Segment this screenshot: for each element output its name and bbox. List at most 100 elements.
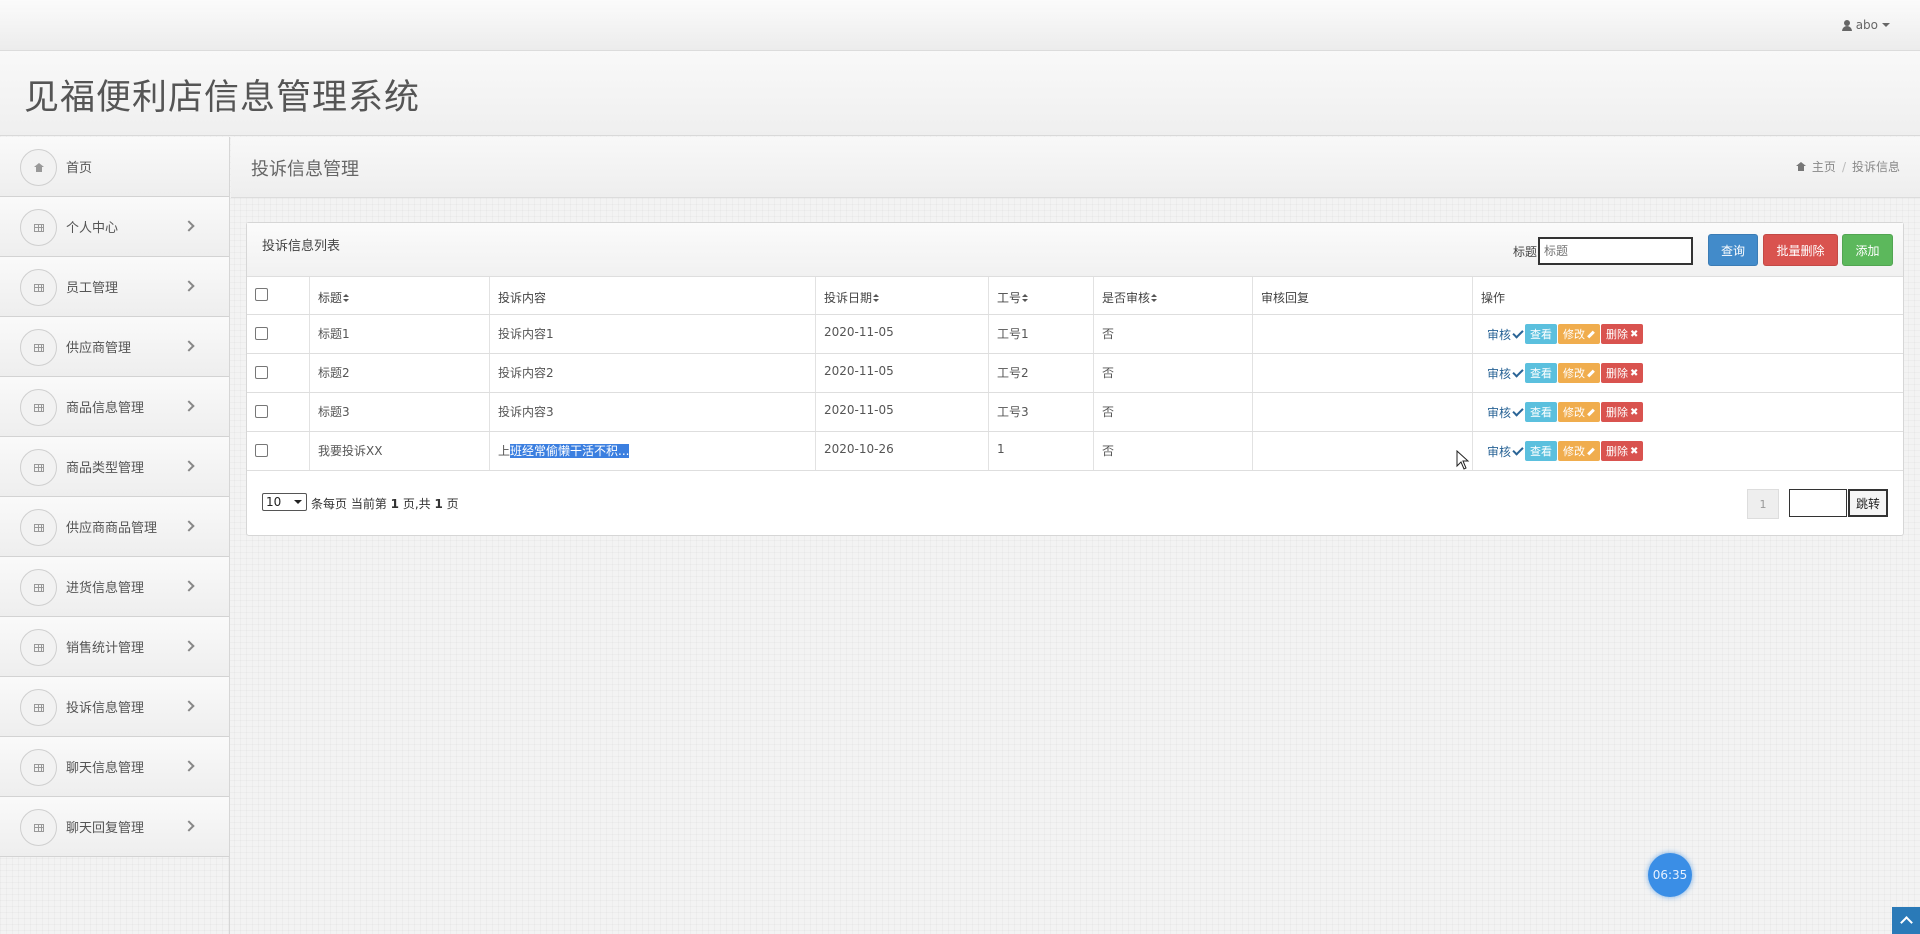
sidebar-item-sales-stats[interactable]: 销售统计管理 [0,617,229,677]
user-icon [1841,19,1852,31]
jump-page-input[interactable] [1789,489,1847,517]
sidebar-item-complaints[interactable]: 投诉信息管理 [0,677,229,737]
cell-reviewed: 否 [1094,432,1253,470]
grid-icon [20,569,57,606]
cell-date: 2020-11-05 [816,315,989,353]
title-search-input[interactable] [1538,237,1693,265]
grid-icon [20,509,57,546]
audit-button[interactable]: 审核 [1487,326,1524,343]
view-button[interactable]: 查看 [1525,324,1558,344]
column-header-reviewed[interactable]: 是否审核 [1094,277,1253,314]
chevron-right-icon [183,760,195,772]
pencil-icon [1587,369,1595,377]
grid-icon [20,269,57,306]
top-bar: abo [0,0,1920,51]
row-checkbox[interactable] [255,405,268,418]
close-icon: ✖ [1630,406,1639,418]
cell-content-text: 上 [498,444,511,458]
cell-date: 2020-11-05 [816,354,989,392]
sidebar-item-chat-replies[interactable]: 聊天回复管理 [0,797,229,857]
audit-button[interactable]: 审核 [1487,404,1524,421]
cell-content: 投诉内容1 [490,315,816,353]
user-menu[interactable]: abo [1841,18,1890,32]
grid-icon [20,809,57,846]
page-size-value: 10 [266,495,282,509]
delete-button[interactable]: 删除 ✖ [1601,363,1644,383]
edit-button[interactable]: 修改 [1558,363,1601,383]
row-checkbox[interactable] [255,366,268,379]
delete-label: 删除 [1606,445,1629,458]
row-checkbox[interactable] [255,444,268,457]
panel-title: 投诉信息列表 [262,239,341,254]
check-icon [1512,365,1524,378]
cell-actions: 审核 查看 修改 删除 ✖ [1473,432,1903,470]
table-row: 标题2 投诉内容2 2020-11-05 工号2 否 审核 查看 修改 删除 ✖ [247,354,1903,393]
header-label: 投诉内容 [498,291,547,305]
audit-button[interactable]: 审核 [1487,443,1524,460]
column-header-title[interactable]: 标题 [310,277,490,314]
table-header-row: 标题 投诉内容 投诉日期 工号 是否审核 审核回复 操作 [247,277,1903,315]
cell-date: 2020-10-26 [816,432,989,470]
chevron-right-icon [183,700,195,712]
select-all-checkbox[interactable] [255,288,268,301]
delete-button[interactable]: 删除 ✖ [1601,324,1644,344]
delete-button[interactable]: 删除 ✖ [1601,402,1644,422]
cell-review-reply [1253,315,1473,353]
cell-title: 标题1 [310,315,490,353]
column-header-employee-no[interactable]: 工号 [989,277,1094,314]
page-size-select[interactable]: 10 [262,493,307,511]
edit-button[interactable]: 修改 [1558,324,1601,344]
edit-button[interactable]: 修改 [1558,441,1601,461]
back-to-top-button[interactable] [1892,907,1920,934]
edit-label: 修改 [1563,406,1586,419]
clock-widget[interactable]: 06:35 [1648,853,1692,897]
breadcrumb-separator: / [1841,159,1846,174]
query-button[interactable]: 查询 [1708,234,1758,266]
sidebar-item-purchases[interactable]: 进货信息管理 [0,557,229,617]
audit-label: 审核 [1487,444,1512,459]
breadcrumb-current: 投诉信息 [1851,160,1900,174]
cell-employee-no: 工号3 [989,393,1094,431]
audit-label: 审核 [1487,327,1512,342]
sidebar-item-label: 个人中心 [66,221,119,236]
sidebar-item-products[interactable]: 商品信息管理 [0,377,229,437]
sidebar-item-home[interactable]: 首页 [0,137,229,197]
sidebar-item-label: 商品信息管理 [66,401,145,416]
search-label: 标题 [1513,245,1538,259]
chevron-right-icon [183,640,195,652]
sidebar: 首页 个人中心 员工管理 供应商管理 商品信息管理 商品类型管理 供应商商品管理… [0,137,230,934]
sidebar-item-label: 投诉信息管理 [66,701,145,716]
sidebar-item-suppliers[interactable]: 供应商管理 [0,317,229,377]
sort-icon [1022,294,1029,303]
table-row: 我要投诉XX 上班经常偷懒干活不积... 2020-10-26 1 否 审核 查… [247,432,1903,471]
cell-reviewed: 否 [1094,393,1253,431]
sidebar-item-personal-center[interactable]: 个人中心 [0,197,229,257]
delete-button[interactable]: 删除 ✖ [1601,441,1644,461]
batch-delete-button[interactable]: 批量删除 [1763,234,1838,266]
view-button[interactable]: 查看 [1525,363,1558,383]
add-button[interactable]: 添加 [1842,234,1893,266]
delete-label: 删除 [1606,406,1629,419]
chevron-down-icon [294,500,302,504]
sidebar-item-product-types[interactable]: 商品类型管理 [0,437,229,497]
row-checkbox[interactable] [255,327,268,340]
home-icon [20,149,57,186]
sidebar-item-chat-messages[interactable]: 聊天信息管理 [0,737,229,797]
edit-button[interactable]: 修改 [1558,402,1601,422]
breadcrumb-home-link[interactable]: 主页 [1812,158,1836,175]
sidebar-item-supplier-products[interactable]: 供应商商品管理 [0,497,229,557]
view-button[interactable]: 查看 [1525,441,1558,461]
chevron-right-icon [183,520,195,532]
sidebar-item-employees[interactable]: 员工管理 [0,257,229,317]
page-button-1[interactable]: 1 [1747,489,1779,519]
view-button[interactable]: 查看 [1525,402,1558,422]
cell-actions: 审核 查看 修改 删除 ✖ [1473,315,1903,353]
caret-down-icon [1882,23,1890,27]
grid-icon [20,749,57,786]
header-label: 操作 [1481,291,1506,305]
header-label: 审核回复 [1261,291,1310,305]
chevron-right-icon [183,220,195,232]
jump-button[interactable]: 跳转 [1848,489,1888,517]
column-header-date[interactable]: 投诉日期 [816,277,989,314]
audit-button[interactable]: 审核 [1487,365,1524,382]
